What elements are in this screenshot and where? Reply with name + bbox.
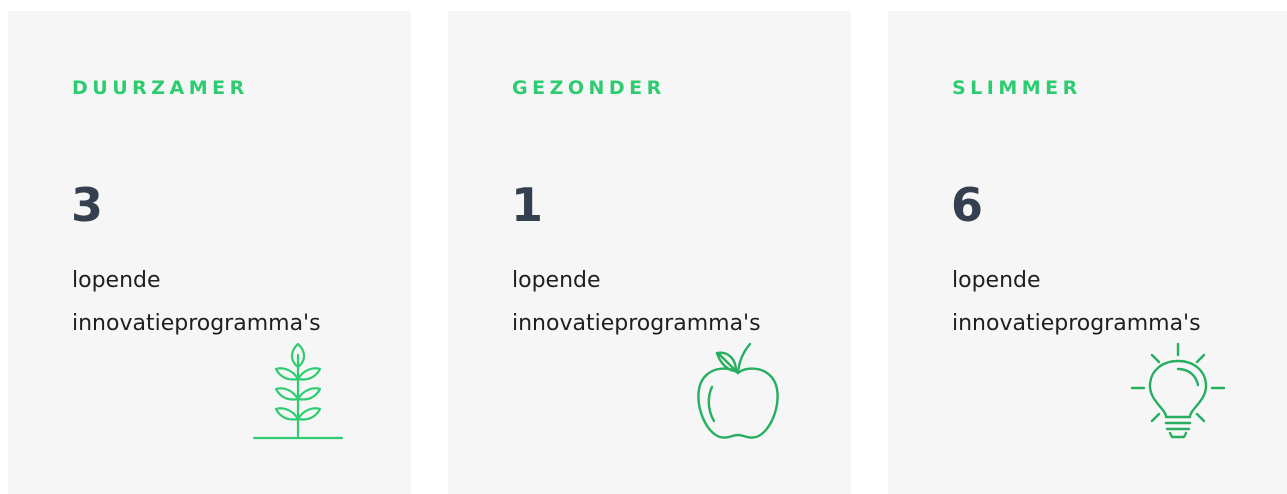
card-description-line1: lopende — [512, 268, 601, 293]
card-count: 3 — [71, 178, 104, 232]
apple-icon — [697, 342, 779, 439]
lightbulb-icon — [1130, 342, 1226, 439]
card-count: 1 — [511, 178, 544, 232]
card-description-line2: innovatieprogramma's — [72, 311, 321, 336]
card-gezonder: GEZONDER 1 lopende innovatieprogramma's — [448, 11, 851, 494]
card-description: lopende innovatieprogramma's — [72, 259, 372, 345]
card-duurzamer: DUURZAMER 3 lopende innovatieprogramma's — [8, 11, 411, 494]
card-description-line2: innovatieprogramma's — [952, 311, 1201, 336]
card-description-line1: lopende — [952, 268, 1041, 293]
card-category: GEZONDER — [512, 77, 666, 99]
card-slimmer: SLIMMER 6 lopende innovatieprogramma's — [888, 11, 1287, 494]
card-description: lopende innovatieprogramma's — [512, 259, 812, 345]
card-category: SLIMMER — [952, 77, 1082, 99]
card-count: 6 — [951, 178, 984, 232]
card-description: lopende innovatieprogramma's — [952, 259, 1252, 345]
card-description-line2: innovatieprogramma's — [512, 311, 761, 336]
card-category: DUURZAMER — [72, 77, 249, 99]
card-description-line1: lopende — [72, 268, 161, 293]
wheat-icon — [252, 342, 344, 440]
